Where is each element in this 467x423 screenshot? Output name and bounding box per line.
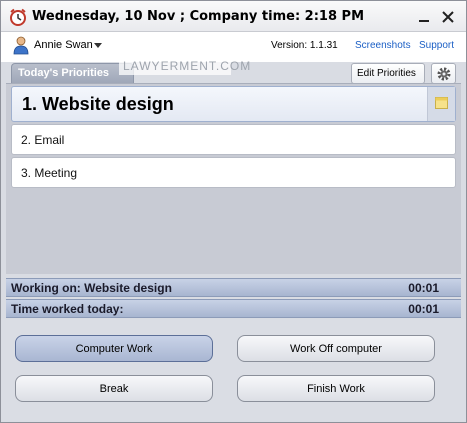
- edit-priorities-button[interactable]: Edit Priorities: [351, 63, 425, 84]
- user-icon: [13, 36, 29, 55]
- priority-item-2[interactable]: 2. Email: [11, 124, 456, 155]
- edit-priorities-label: Edit Priorities: [357, 68, 416, 79]
- user-row: Annie Swan Version: 1.1.31 Screenshots S…: [1, 32, 466, 62]
- time-worked-label: Time worked today:: [11, 302, 124, 316]
- tab-label: Today's Priorities: [18, 67, 110, 79]
- time-worked-timer: 00:01: [408, 302, 439, 316]
- priority-label: 2. Email: [21, 133, 65, 147]
- window-title: Wednesday, 10 Nov ; Company time: 2:18 P…: [32, 9, 365, 24]
- working-on-bar: Working on: Website design 00:01: [6, 278, 461, 297]
- title-bar[interactable]: Wednesday, 10 Nov ; Company time: 2:18 P…: [1, 1, 466, 32]
- priority-item-1[interactable]: 1. Website design: [11, 86, 456, 122]
- user-menu[interactable]: Annie Swan: [34, 39, 93, 51]
- priority-label: 3. Meeting: [21, 166, 78, 180]
- app-window: Wednesday, 10 Nov ; Company time: 2:18 P…: [0, 0, 467, 423]
- computer-work-button[interactable]: Computer Work: [15, 335, 213, 362]
- working-on-label: Working on: Website design: [11, 281, 172, 295]
- version-label: Version: 1.1.31: [271, 40, 338, 51]
- alarm-clock-icon: [10, 8, 26, 26]
- priority-item-3[interactable]: 3. Meeting: [11, 157, 456, 188]
- priority-side: [427, 87, 455, 121]
- settings-button[interactable]: [431, 63, 456, 84]
- work-off-computer-button[interactable]: Work Off computer: [237, 335, 435, 362]
- support-link[interactable]: Support: [419, 40, 454, 51]
- tab-todays-priorities[interactable]: Today's Priorities: [11, 63, 134, 83]
- working-on-timer: 00:01: [408, 281, 439, 295]
- break-button[interactable]: Break: [15, 375, 213, 402]
- gear-icon: [437, 67, 451, 81]
- chevron-down-icon[interactable]: [94, 43, 102, 48]
- finish-work-button[interactable]: Finish Work: [237, 375, 435, 402]
- note-icon[interactable]: [435, 97, 448, 109]
- screenshots-link[interactable]: Screenshots: [355, 40, 411, 51]
- time-worked-bar: Time worked today: 00:01: [6, 299, 461, 318]
- watermark-text: LAWYERMENT.COM: [123, 59, 252, 73]
- priorities-panel: 1. Website design 2. Email 3. Meeting: [6, 83, 461, 274]
- close-icon[interactable]: [441, 10, 455, 24]
- priority-label: 1. Website design: [22, 94, 174, 114]
- action-buttons: Computer Work Work Off computer Break Fi…: [1, 319, 466, 422]
- watermark: LAWYERMENT.COM: [119, 57, 250, 75]
- minimize-icon[interactable]: [417, 10, 431, 24]
